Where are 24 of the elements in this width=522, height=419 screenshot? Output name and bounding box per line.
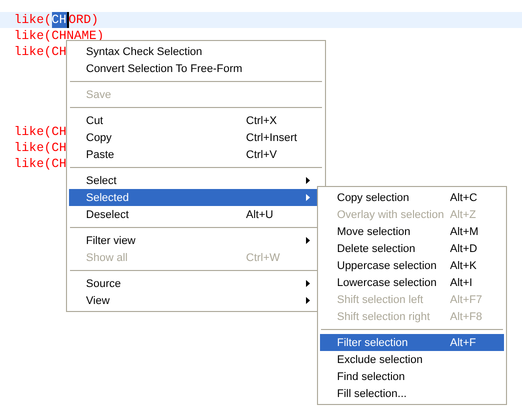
menu-item[interactable]: Fill selection...: [320, 385, 504, 402]
menu-item[interactable]: Convert Selection To Free-Form: [69, 60, 323, 77]
code-text: like(CHNAME): [14, 28, 104, 44]
menu-item[interactable]: Copy Ctrl+Insert: [69, 129, 323, 146]
code-text: like(CH: [14, 156, 67, 172]
menu-item[interactable]: Paste Ctrl+V: [69, 146, 323, 163]
menu-item[interactable]: Find selection: [320, 368, 504, 385]
menu-item[interactable]: Move selection Alt+M: [320, 223, 504, 240]
menu-item[interactable]: Exclude selection: [320, 351, 504, 368]
menu-item[interactable]: Uppercase selection Alt+K: [320, 257, 504, 274]
code-text: like(CH: [14, 124, 67, 140]
menu-item[interactable]: Delete selection Alt+D: [320, 240, 504, 257]
menu-item[interactable]: Filter selection Alt+F: [320, 334, 504, 351]
menu-item[interactable]: Copy selection Alt+C: [320, 189, 504, 206]
code-text: like(CH: [14, 140, 67, 156]
code-text: like(: [14, 12, 52, 28]
selected-code-text: CH: [52, 12, 67, 28]
menu-item[interactable]: Lowercase selection Alt+I: [320, 274, 504, 291]
menu-item[interactable]: Select: [69, 172, 323, 189]
text-cursor: [66, 12, 69, 28]
menu-item[interactable]: Syntax Check Selection: [69, 43, 323, 60]
menu-item[interactable]: Cut Ctrl+X: [69, 112, 323, 129]
code-text: like(CH: [14, 44, 67, 60]
code-text: ORD): [68, 12, 99, 28]
